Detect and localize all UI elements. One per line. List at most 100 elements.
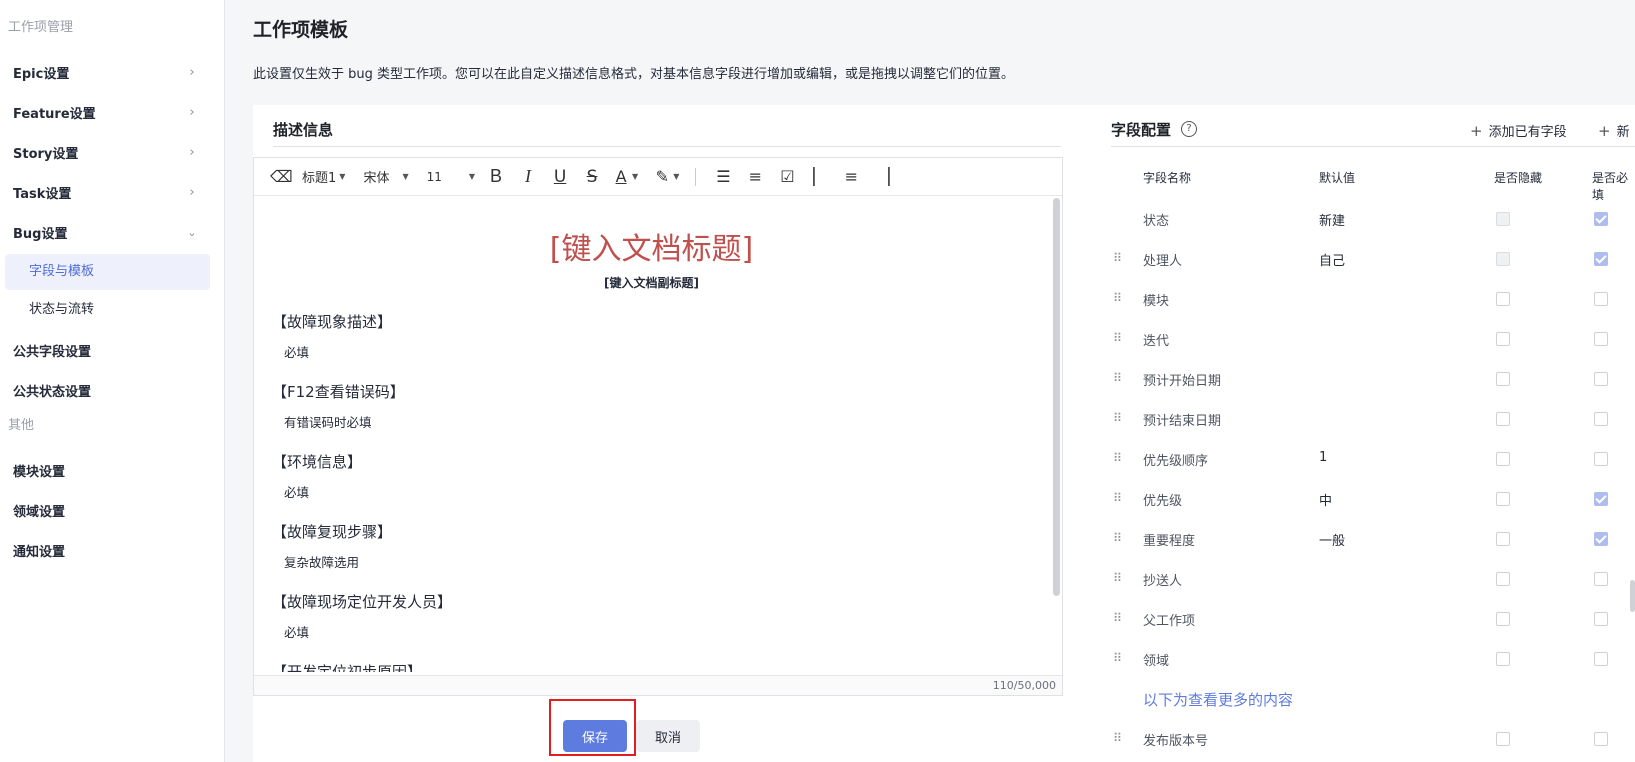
see-more-link[interactable]: 以下为查看更多的内容 [1143, 689, 1293, 710]
sidebar-item-bug[interactable]: Bug设置 ⌄ [0, 212, 224, 252]
doc-block: 【故障复现步骤】 复杂故障选用 [272, 521, 1049, 571]
hidden-checkbox[interactable] [1496, 612, 1510, 626]
required-checkbox[interactable] [1594, 372, 1608, 386]
drag-handle-icon[interactable]: ⠇⠇ [1113, 291, 1125, 305]
align-center-icon[interactable]: ≡ [840, 167, 862, 186]
chevron-right-icon: › [189, 64, 195, 80]
hidden-checkbox[interactable] [1496, 652, 1510, 666]
sidebar-item-module[interactable]: 模块设置 [0, 450, 224, 490]
underline-icon[interactable]: U [549, 167, 571, 187]
eraser-icon[interactable]: ⌫ [270, 167, 293, 186]
drag-handle-icon[interactable]: ⠇⠇ [1113, 451, 1125, 465]
field-name: 领域 [1143, 654, 1170, 669]
sidebar-item-epic[interactable]: Epic设置 › [0, 52, 224, 92]
rich-text-editor[interactable]: ⌫ 标题1 ▼ 宋体 ▼ 11 ▼ B I U S A ▼ ✎ ▼ ☰ ≡ ☑ … [253, 157, 1063, 696]
heading-select[interactable]: 标题1 ▼ [302, 167, 345, 186]
required-checkbox[interactable] [1594, 532, 1608, 546]
required-checkbox[interactable] [1594, 652, 1608, 666]
drag-handle-icon[interactable]: ⠇⠇ [1113, 411, 1125, 425]
field-row: ⠇⠇ 迭代 [1100, 319, 1635, 359]
hidden-checkbox[interactable] [1496, 572, 1510, 586]
hidden-checkbox[interactable] [1496, 452, 1510, 466]
font-family-select[interactable]: 宋体 ▼ [363, 167, 408, 186]
cancel-button[interactable]: 取消 [636, 720, 700, 752]
sidebar-item-public-fields[interactable]: 公共字段设置 [0, 330, 224, 370]
add-existing-field-button[interactable]: + 添加已有字段 [1470, 121, 1567, 140]
drag-handle-icon[interactable]: ⠇⠇ [1113, 331, 1125, 345]
align-right-icon[interactable]: ▕ [872, 167, 894, 186]
field-row: ⠇⠇ 模块 [1100, 279, 1635, 319]
sidebar-subitem-status-flow[interactable]: 状态与流转 [5, 292, 210, 328]
required-checkbox[interactable] [1594, 732, 1608, 746]
sidebar-subitem-fields-templates[interactable]: 字段与模板 [5, 254, 210, 290]
sidebar-section-work-items: 工作项管理 [8, 20, 74, 35]
drag-handle-icon[interactable]: ⠇⠇ [1113, 491, 1125, 505]
field-row: ⠇⠇ 预计开始日期 [1100, 359, 1635, 399]
hidden-checkbox[interactable] [1496, 492, 1510, 506]
sidebar-item-feature[interactable]: Feature设置 › [0, 92, 224, 132]
required-checkbox[interactable] [1594, 412, 1608, 426]
bold-icon[interactable]: B [485, 166, 507, 187]
drag-handle-icon[interactable]: ⠇⠇ [1113, 731, 1125, 745]
hidden-checkbox[interactable] [1496, 532, 1510, 546]
caret-down-icon: ▼ [673, 172, 680, 181]
align-left-icon[interactable]: ▏ [808, 167, 830, 186]
drag-handle-icon[interactable]: ⠇⠇ [1113, 251, 1125, 265]
font-color-button[interactable]: A ▼ [613, 167, 639, 186]
sidebar-item-label: 公共字段设置 [13, 344, 92, 360]
caret-down-icon: ▼ [632, 172, 639, 181]
field-name: 重要程度 [1143, 534, 1196, 549]
drag-handle-icon[interactable]: ⠇⠇ [1113, 531, 1125, 545]
sidebar-item-label: 模块设置 [13, 464, 66, 480]
bullet-list-icon[interactable]: ≡ [744, 167, 766, 186]
required-checkbox[interactable] [1594, 212, 1608, 226]
editor-document[interactable]: [键入文档标题] [键入文档副标题] 【故障现象描述】 必填 【F12查看错误码… [254, 196, 1049, 672]
toolbar-separator [695, 167, 697, 186]
sidebar-item-task[interactable]: Task设置 › [0, 172, 224, 212]
editor-scrollbar[interactable] [1053, 198, 1060, 596]
sidebar-item-label: Epic设置 [13, 66, 70, 82]
save-button[interactable]: 保存 [563, 720, 627, 752]
drag-handle-icon[interactable]: ⠇⠇ [1113, 651, 1125, 665]
panel-scrollbar[interactable] [1630, 580, 1635, 612]
field-default-value: 1 [1319, 450, 1328, 465]
sidebar-item-story[interactable]: Story设置 › [0, 132, 224, 172]
sidebar-item-label: Story设置 [13, 146, 79, 162]
required-checkbox[interactable] [1594, 572, 1608, 586]
sidebar-item-label: Task设置 [13, 186, 72, 202]
ordered-list-icon[interactable]: ☰ [712, 167, 734, 186]
field-name: 预计开始日期 [1143, 374, 1222, 389]
required-checkbox[interactable] [1594, 492, 1608, 506]
hidden-checkbox[interactable] [1496, 412, 1510, 426]
font-color-icon: A [615, 167, 627, 186]
field-name: 发布版本号 [1143, 734, 1209, 749]
doc-block: 【故障现场定位开发人员】 必填 [272, 591, 1049, 641]
sidebar-item-public-status[interactable]: 公共状态设置 [0, 370, 224, 410]
hidden-checkbox[interactable] [1496, 732, 1510, 746]
highlight-button[interactable]: ✎ ▼ [654, 167, 680, 186]
strikethrough-icon[interactable]: S [581, 167, 603, 187]
sidebar-item-notification[interactable]: 通知设置 [0, 530, 224, 570]
sidebar-item-domain[interactable]: 领域设置 [0, 490, 224, 530]
drag-handle-icon[interactable]: ⠇⠇ [1113, 371, 1125, 385]
checklist-icon[interactable]: ☑ [776, 167, 798, 186]
drag-handle-icon[interactable]: ⠇⠇ [1113, 611, 1125, 625]
add-new-field-button[interactable]: + 新 [1598, 121, 1630, 140]
hidden-checkbox[interactable] [1496, 332, 1510, 346]
required-checkbox[interactable] [1594, 612, 1608, 626]
hidden-checkbox[interactable] [1496, 372, 1510, 386]
required-checkbox[interactable] [1594, 332, 1608, 346]
hidden-checkbox[interactable] [1496, 292, 1510, 306]
required-checkbox[interactable] [1594, 452, 1608, 466]
help-icon[interactable]: ? [1181, 121, 1197, 137]
drag-handle-icon[interactable]: ⠇⠇ [1113, 571, 1125, 585]
required-checkbox[interactable] [1594, 292, 1608, 306]
field-default-value: 一般 [1319, 534, 1346, 549]
required-checkbox[interactable] [1594, 252, 1608, 266]
doc-heading: 【故障现象描述】 [272, 313, 393, 331]
field-row: ⠇⠇ 预计结束日期 [1100, 399, 1635, 439]
italic-icon[interactable]: I [517, 166, 539, 187]
field-row: ⠇⠇ 重要程度 一般 [1100, 519, 1635, 559]
font-size-select[interactable]: 11 ▼ [427, 170, 475, 184]
divider [273, 146, 1061, 147]
